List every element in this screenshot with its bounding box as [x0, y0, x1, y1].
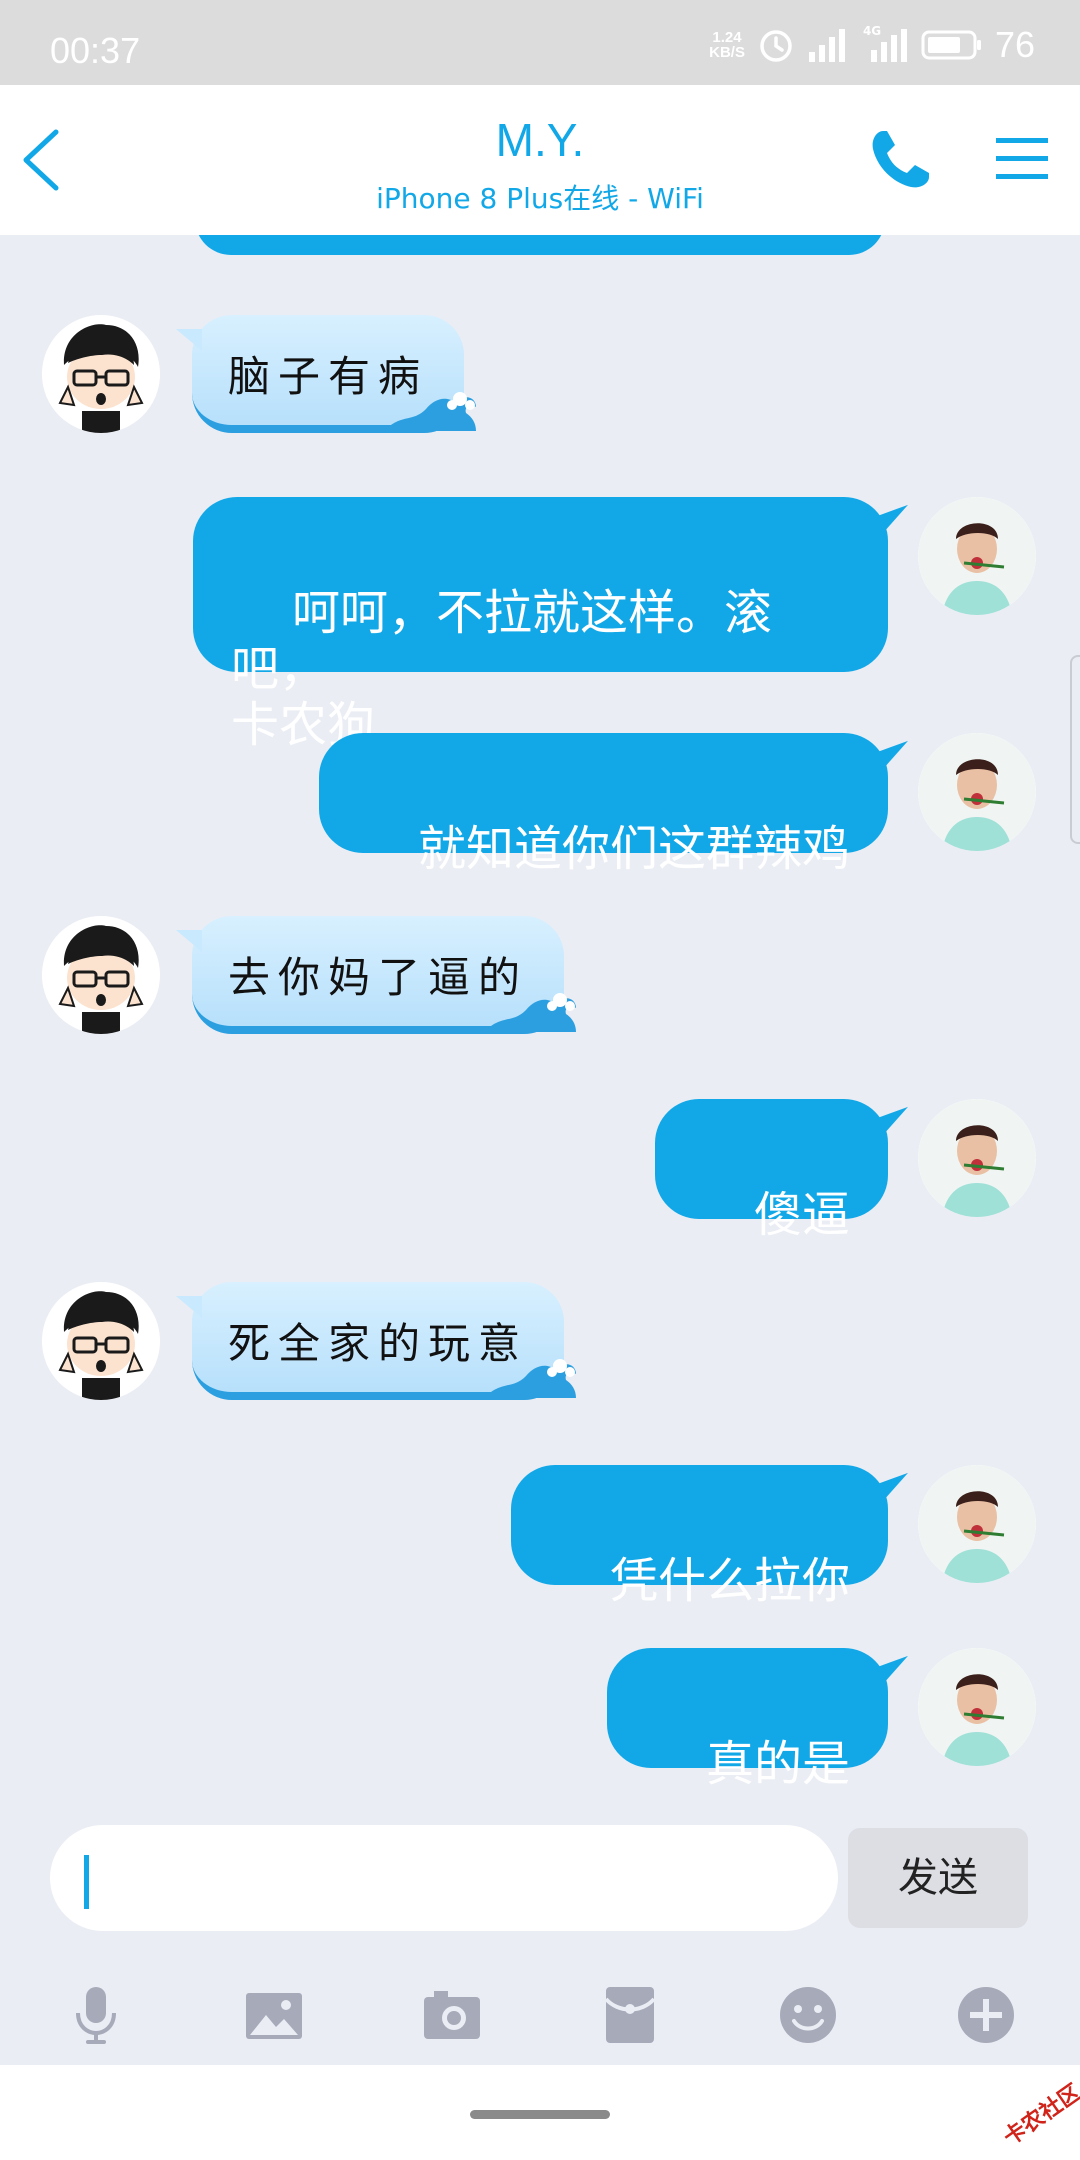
man-with-rose-avatar: [918, 497, 1036, 615]
message-bubble-incoming[interactable]: 去你妈了逼的: [175, 916, 577, 1034]
signal-4g-icon: 4G: [863, 24, 909, 62]
scrollbar[interactable]: [1070, 655, 1080, 844]
network-speed-value: 1.24: [712, 29, 742, 46]
call-button[interactable]: [865, 125, 935, 195]
wave-decoration-icon: [384, 392, 477, 431]
contact-avatar[interactable]: [42, 916, 160, 1034]
my-avatar[interactable]: [918, 1648, 1036, 1766]
status-time: 00:37: [50, 30, 141, 71]
status-bar: 00:37 1.24 KB/S 4G 76: [0, 0, 1080, 85]
chat-header: M.Y. iPhone 8 Plus在线 - WiFi: [0, 85, 1080, 235]
battery-percentage: 76: [994, 24, 1035, 65]
message-text: 呵呵，不拉就这样。滚吧， 卡农狗: [231, 585, 773, 753]
previous-message-bubble: [195, 235, 885, 255]
chat-messages[interactable]: 脑子有病 呵呵，不拉就这样。滚吧， 卡农狗 就知道你们这群辣鸡 去你妈了逼的 傻…: [0, 235, 1080, 1820]
my-avatar[interactable]: [918, 497, 1036, 615]
message-text: 傻逼: [753, 1187, 850, 1243]
man-with-rose-avatar: [918, 1648, 1036, 1766]
message-text: 真的是: [705, 1736, 850, 1792]
network-speed: 1.24 KB/S: [709, 30, 745, 60]
message-input[interactable]: [50, 1825, 838, 1931]
signal-icon: [808, 29, 845, 62]
text-cursor: [84, 1855, 89, 1909]
phone-icon: [872, 131, 929, 188]
status-icons: 1.24 KB/S 4G 76: [709, 22, 1035, 68]
menu-button[interactable]: [993, 130, 1051, 188]
camera-icon: [424, 1991, 480, 2039]
camera-button[interactable]: [420, 1983, 484, 2047]
send-button[interactable]: 发送: [848, 1828, 1028, 1928]
composer-toolbar: [0, 1965, 1080, 2065]
man-with-rose-avatar: [918, 1099, 1036, 1217]
battery-icon: [921, 30, 981, 60]
emoji-button[interactable]: [776, 1983, 840, 2047]
network-speed-unit: KB/S: [709, 44, 745, 61]
contact-avatar[interactable]: [42, 315, 160, 433]
message-text: 就知道你们这群辣鸡: [417, 821, 850, 877]
image-icon: [246, 1993, 302, 2039]
message-bubble-outgoing[interactable]: 傻逼: [654, 1099, 888, 1243]
cartoon-boy-avatar: [42, 1282, 160, 1400]
contact-avatar[interactable]: [42, 1282, 160, 1400]
system-nav-bar: 卡农社区: [0, 2065, 1080, 2160]
home-indicator[interactable]: [470, 2110, 610, 2119]
wave-decoration-icon: [484, 993, 577, 1032]
alarm-icon: [760, 30, 792, 62]
wave-decoration-icon: [484, 1359, 577, 1398]
red-packet-icon: [604, 1987, 656, 2043]
my-avatar[interactable]: [918, 1465, 1036, 1583]
message-bubble-outgoing[interactable]: 呵呵，不拉就这样。滚吧， 卡农狗: [193, 497, 888, 753]
plus-icon: [958, 1987, 1014, 2043]
voice-button[interactable]: [64, 1983, 128, 2047]
message-bubble-incoming[interactable]: 脑子有病: [175, 315, 477, 433]
man-with-rose-avatar: [918, 1465, 1036, 1583]
cartoon-boy-avatar: [42, 916, 160, 1034]
emoji-icon: [780, 1987, 836, 2043]
photo-button[interactable]: [242, 1983, 306, 2047]
red-packet-button[interactable]: [598, 1983, 662, 2047]
watermark: 卡农社区: [999, 2079, 1080, 2151]
my-avatar[interactable]: [918, 1099, 1036, 1217]
my-avatar[interactable]: [918, 733, 1036, 851]
message-text: 凭什么拉你: [609, 1553, 850, 1609]
cartoon-boy-avatar: [42, 315, 160, 433]
hamburger-menu-icon: [996, 138, 1048, 179]
microphone-icon: [76, 1987, 116, 2044]
message-bubble-outgoing[interactable]: 就知道你们这群辣鸡: [318, 733, 888, 877]
more-button[interactable]: [954, 1983, 1018, 2047]
message-bubble-outgoing[interactable]: 凭什么拉你: [510, 1465, 888, 1609]
message-bubble-incoming[interactable]: 死全家的玩意: [175, 1282, 577, 1400]
man-with-rose-avatar: [918, 733, 1036, 851]
message-bubble-outgoing[interactable]: 真的是: [606, 1648, 888, 1792]
